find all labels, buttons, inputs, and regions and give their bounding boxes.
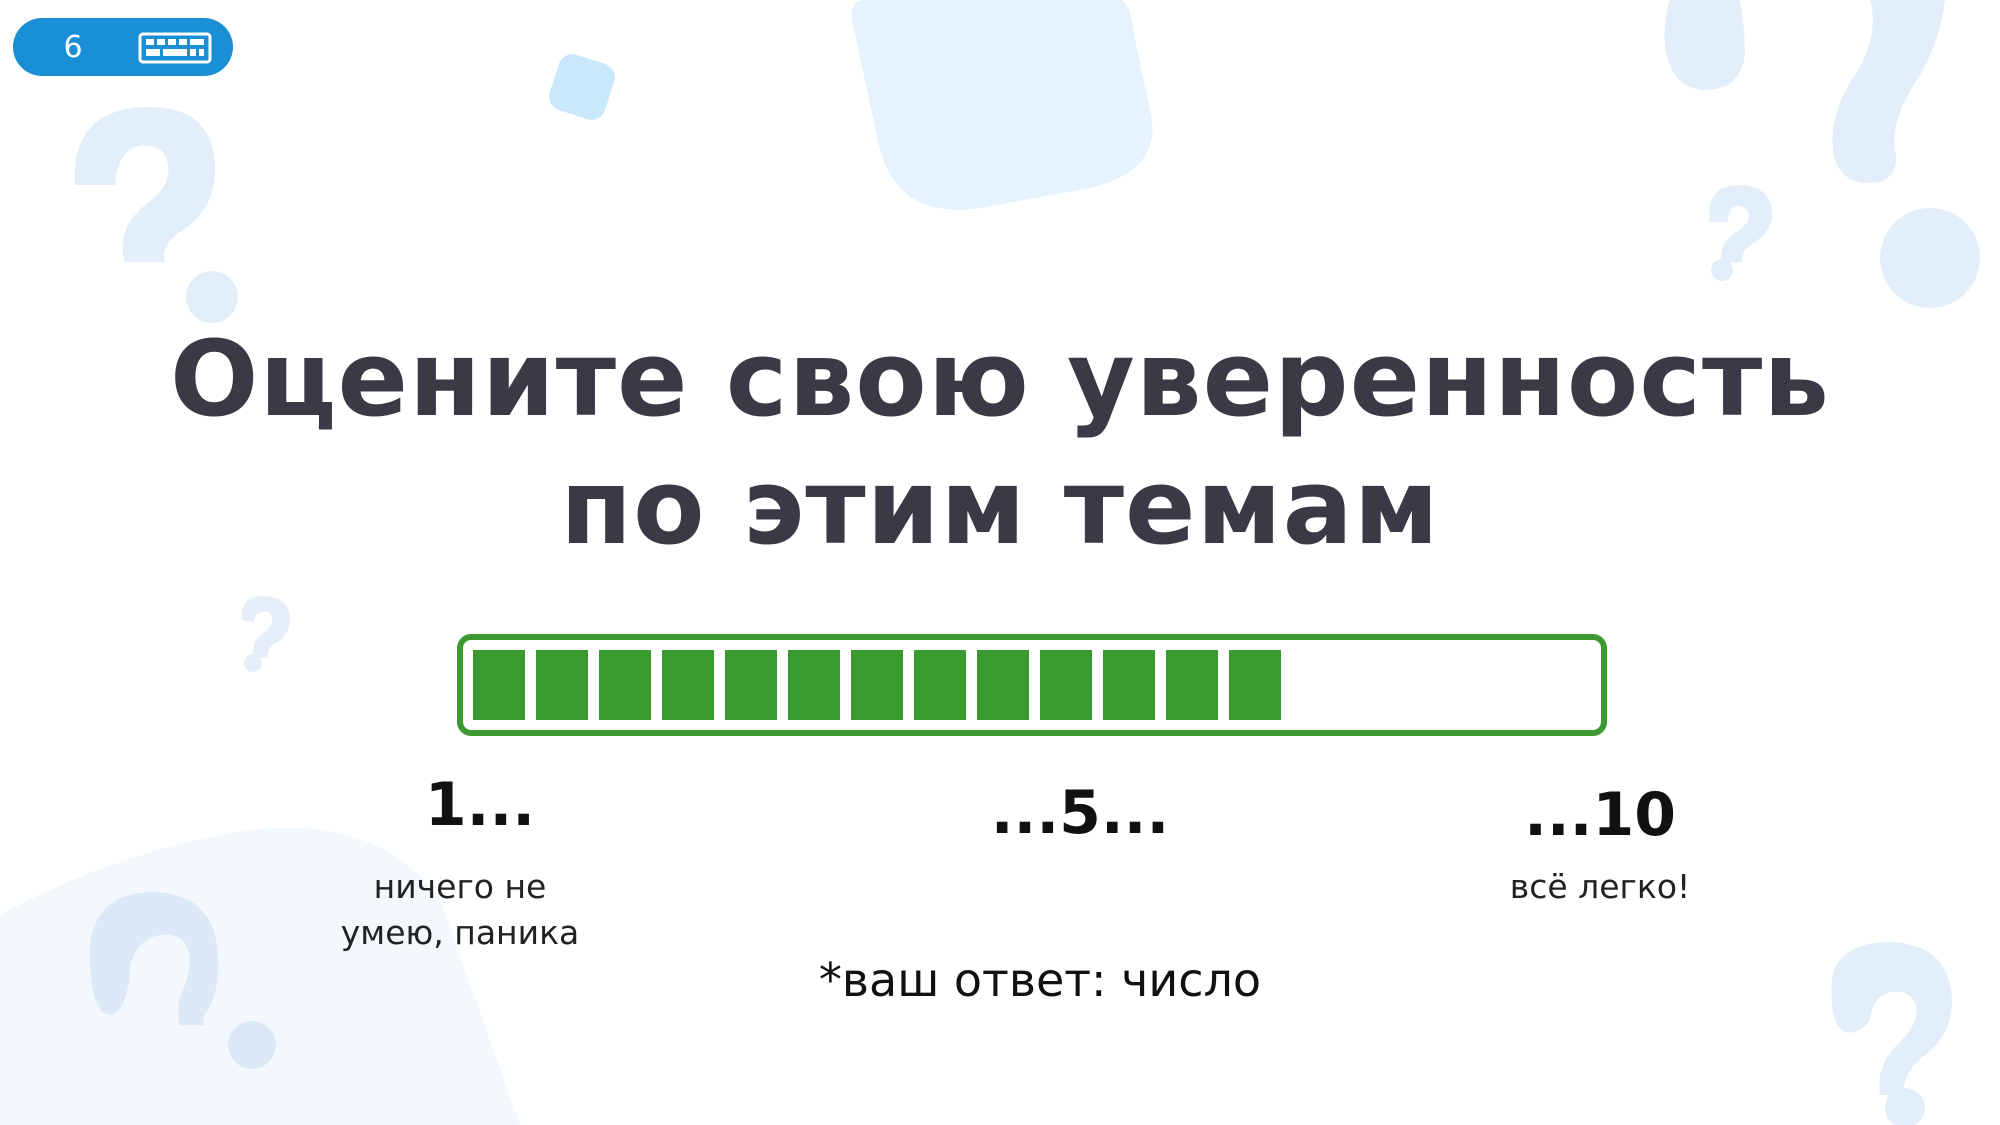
- scale-max-mark: ...10: [1524, 780, 1676, 850]
- progress-segment: [788, 650, 840, 720]
- confidence-progress-bar: [457, 634, 1607, 736]
- progress-segment: [1166, 650, 1218, 720]
- slide: 6 Оцените свою уверенность по этим темам…: [0, 0, 2000, 1125]
- progress-segment: [473, 650, 525, 720]
- progress-segment: [1103, 650, 1155, 720]
- progress-segment: [851, 650, 903, 720]
- slide-number-badge[interactable]: 6: [13, 18, 233, 76]
- scale-min-caption: ничего не умею, паника: [300, 864, 620, 956]
- scale-min-caption-line-1: ничего не: [373, 867, 547, 906]
- question-mark-icon: [241, 596, 290, 672]
- scale-min-mark: 1...: [424, 770, 536, 840]
- question-mark-icon: [74, 106, 238, 323]
- question-mark-icon: [1709, 185, 1772, 281]
- progress-segment: [1229, 650, 1281, 720]
- answer-note: *ваш ответ: число: [818, 953, 1262, 1007]
- question-mark-icon: [1831, 942, 1952, 1125]
- progress-segment: [536, 650, 588, 720]
- scale-max-caption: всё легко!: [1509, 867, 1691, 906]
- slide-number: 6: [63, 29, 83, 65]
- rounded-square-shape: [851, 0, 1153, 210]
- progress-segment: [914, 650, 966, 720]
- keyboard-icon: [138, 32, 212, 64]
- small-square-shape: [549, 54, 615, 120]
- scale-mid-mark: ...5...: [990, 778, 1170, 848]
- progress-segment: [1040, 650, 1092, 720]
- title-line-1: Оцените свою уверенность: [170, 318, 1830, 440]
- page-title: Оцените свою уверенность по этим темам: [0, 315, 2000, 571]
- progress-segment: [662, 650, 714, 720]
- progress-segment: [977, 650, 1029, 720]
- title-line-2: по этим темам: [560, 446, 1440, 568]
- scale-min-caption-line-2: умею, паника: [340, 913, 580, 952]
- progress-track: [473, 650, 1591, 720]
- progress-segment: [599, 650, 651, 720]
- question-mark-icon: [1664, 0, 1980, 308]
- progress-segment: [725, 650, 777, 720]
